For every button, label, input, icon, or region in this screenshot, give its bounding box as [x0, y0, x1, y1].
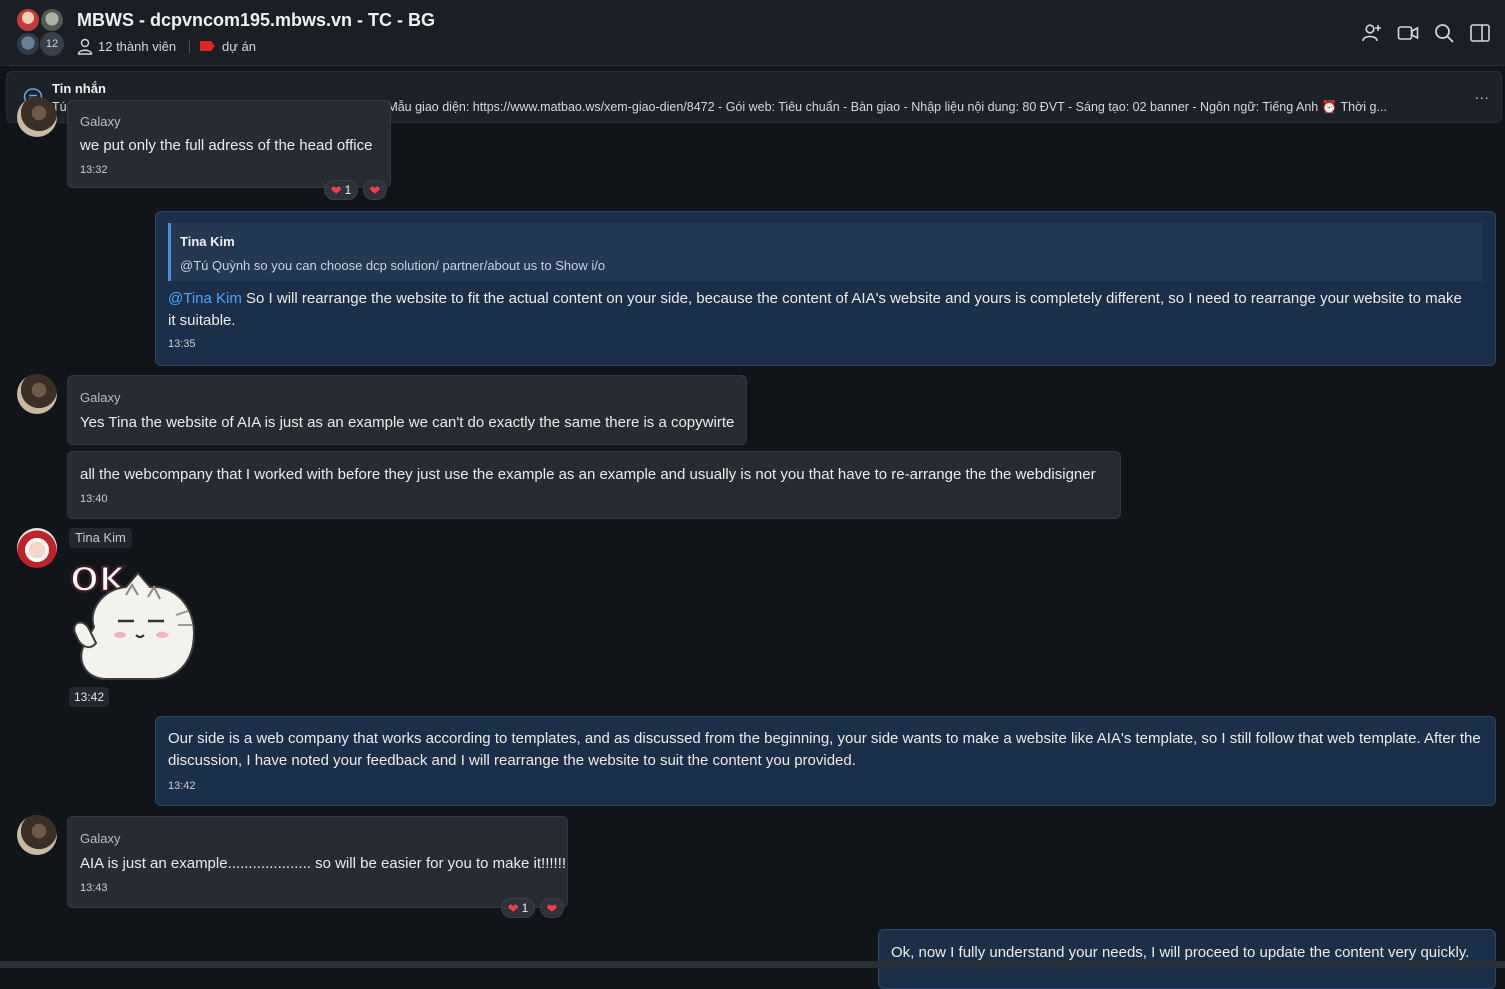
message-bubble[interactable]: all the webcompany that I worked with be… [67, 451, 1121, 519]
toggle-sidebar-icon[interactable] [1469, 22, 1491, 44]
member-count-badge: 12 [40, 32, 64, 56]
message-time: 13:32 [80, 164, 108, 176]
reply-quote[interactable]: Tina Kim @Tú Quỳnh so you can choose dcp… [168, 223, 1482, 281]
avatar[interactable] [17, 374, 57, 414]
avatar[interactable] [17, 97, 57, 137]
pinned-title: Tin nhắn [52, 81, 106, 96]
avatar[interactable] [17, 528, 57, 568]
sender-name: Galaxy [80, 831, 121, 846]
member-avatar [40, 8, 64, 32]
sender-name: Tina Kim [69, 528, 132, 548]
message-time: 13:35 [168, 338, 196, 350]
heart-icon: ❤ [369, 182, 381, 198]
reaction-count: 1 [344, 183, 352, 197]
message-bubble[interactable]: Galaxy AIA is just an example...........… [67, 816, 568, 908]
message-text: AIA is just an example..................… [80, 855, 567, 872]
message-bubble[interactable]: Galaxy we put only the full adress of th… [67, 100, 391, 188]
member-avatar [16, 8, 40, 32]
message-text: Yes Tina the website of AIA is just as a… [80, 414, 735, 431]
message-bubble-outgoing[interactable]: Ok, now I fully understand your needs, I… [878, 929, 1496, 989]
more-options-icon[interactable]: ... [1475, 86, 1490, 102]
heart-icon: ❤ [507, 900, 519, 916]
message-bubble[interactable]: Galaxy Yes Tina the website of AIA is ju… [67, 375, 747, 445]
sender-name: Galaxy [80, 114, 121, 129]
video-call-icon[interactable] [1397, 22, 1419, 44]
member-avatar [16, 32, 40, 56]
quote-sender: Tina Kim [180, 234, 235, 249]
add-reaction-button[interactable]: ❤ [540, 898, 564, 918]
message-text: Our side is a web company that works acc… [168, 730, 1481, 769]
add-reaction-button[interactable]: ❤ [363, 180, 387, 200]
add-member-icon[interactable] [1361, 22, 1383, 44]
message-time: 13:42 [168, 780, 196, 792]
divider [189, 41, 190, 53]
quote-text: @Tú Quỳnh so you can choose dcp solution… [180, 258, 606, 273]
tag-label[interactable]: dự án [222, 39, 256, 54]
message-time: 13:42 [69, 687, 110, 707]
reaction-badge[interactable]: ❤ 1 [324, 180, 358, 200]
message-bubble-outgoing[interactable]: Tina Kim @Tú Quỳnh so you can choose dcp… [155, 211, 1496, 366]
tag-icon [200, 41, 215, 51]
heart-icon: ❤ [330, 182, 342, 198]
user-icon [77, 38, 93, 55]
message-text: all the webcompany that I worked with be… [80, 466, 1096, 483]
members-link[interactable]: 12 thành viên [98, 39, 176, 54]
conversation-title: MBWS - dcpvncom195.mbws.vn - TC - BG [77, 10, 436, 30]
search-icon[interactable] [1433, 22, 1455, 44]
sender-name: Galaxy [80, 390, 121, 405]
horizontal-scrollbar[interactable] [0, 961, 1505, 968]
group-avatar[interactable]: 12 [16, 8, 66, 58]
heart-icon: ❤ [546, 900, 558, 916]
reaction-count: 1 [521, 901, 529, 915]
chat-header: 12 MBWS - dcpvncom195.mbws.vn - TC - BG … [0, 0, 1505, 66]
message-text: we put only the full adress of the head … [80, 137, 373, 154]
cat-ok-sticker[interactable]: OK [66, 555, 198, 681]
message-text: @Tina Kim So I will rearrange the websit… [168, 290, 1462, 329]
reaction-badge[interactable]: ❤ 1 [501, 898, 535, 918]
message-time: 13:43 [80, 882, 108, 894]
mention-link[interactable]: @Tina Kim [168, 290, 242, 307]
message-time: 13:40 [80, 493, 108, 505]
message-bubble-outgoing[interactable]: Our side is a web company that works acc… [155, 716, 1496, 806]
avatar[interactable] [17, 815, 57, 855]
